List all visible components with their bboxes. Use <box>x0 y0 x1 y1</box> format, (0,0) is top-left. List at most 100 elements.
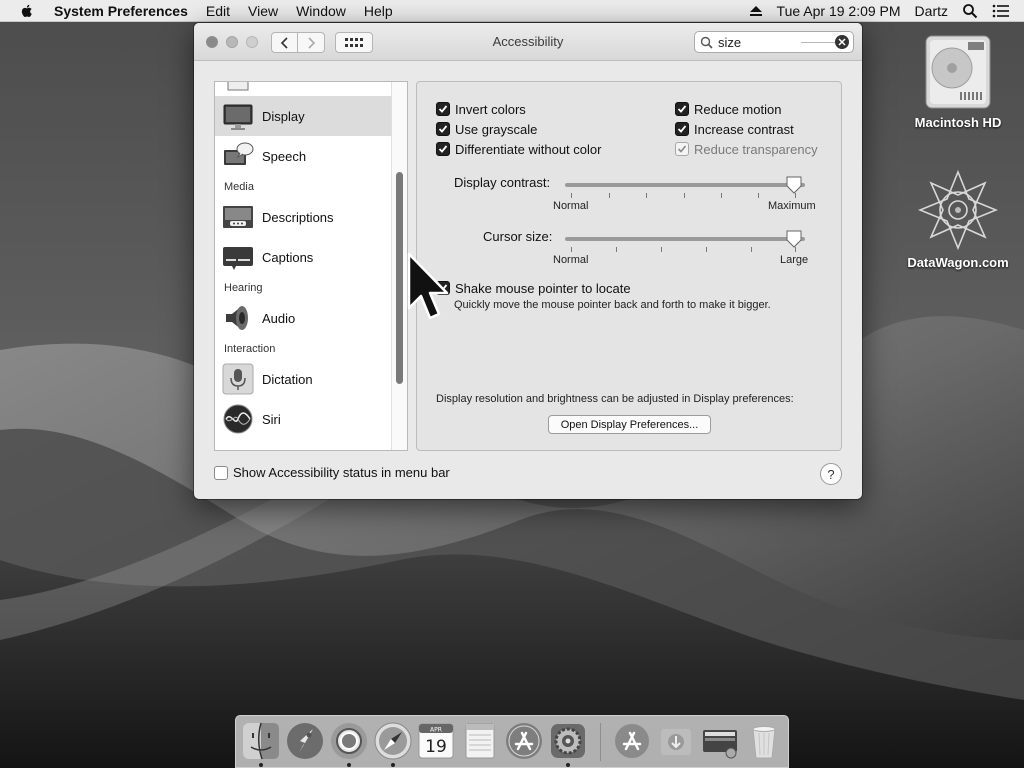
dock-app-store-downloads[interactable] <box>612 721 652 761</box>
app-store-icon <box>506 723 542 759</box>
sidebar-scrollbar-thumb[interactable] <box>396 172 403 384</box>
spotlight-search-icon[interactable] <box>962 3 978 19</box>
dock-running-indicator <box>347 763 351 767</box>
sidebar-label-display: Display <box>262 108 305 124</box>
slider-knob[interactable] <box>785 176 803 194</box>
dock-chrome[interactable] <box>329 721 369 761</box>
sidebar-item-audio[interactable]: Audio <box>215 298 391 338</box>
finder-icon <box>243 722 279 760</box>
contrast-max-label: Maximum <box>768 200 816 212</box>
trash-icon <box>752 726 776 759</box>
sidebar-scrollbar[interactable] <box>391 82 407 450</box>
sidebar-item-captions[interactable]: Captions <box>215 237 391 277</box>
slider-tick <box>721 193 722 198</box>
search-icon <box>700 36 713 49</box>
desktop-icon-datawagon[interactable]: DataWagon.com <box>903 168 1013 270</box>
slider-tick <box>609 193 610 198</box>
reduce-transparency-checkbox[interactable]: Reduce transparency <box>675 141 818 157</box>
sidebar-label-descriptions: Descriptions <box>262 209 334 225</box>
eject-icon[interactable] <box>749 5 763 17</box>
menu-edit[interactable]: Edit <box>197 3 239 19</box>
reduce-motion-label: Reduce motion <box>694 101 782 117</box>
menu-bar: System Preferences Edit View Window Help… <box>0 0 1024 22</box>
dock-system-preferences[interactable] <box>548 721 588 761</box>
slider-tick <box>571 193 572 198</box>
apple-menu-icon[interactable] <box>19 3 35 19</box>
sidebar-section-hearing: Hearing <box>224 282 263 294</box>
invert-colors-checkbox[interactable]: Invert colors <box>436 101 526 117</box>
checkmark-icon <box>436 122 450 136</box>
sidebar-item-descriptions[interactable]: Descriptions <box>215 197 391 237</box>
shake-to-locate-label: Shake mouse pointer to locate <box>455 280 631 296</box>
sidebar-item-siri[interactable]: Siri <box>215 399 391 439</box>
dock-notes[interactable] <box>460 721 500 761</box>
use-grayscale-label: Use grayscale <box>455 121 538 137</box>
clear-search-icon[interactable] <box>835 35 849 49</box>
launchpad-icon <box>287 723 323 759</box>
desktop-icon-macintosh-hd[interactable]: Macintosh HD <box>903 32 1013 130</box>
show-status-in-menu-bar-checkbox[interactable]: Show Accessibility status in menu bar <box>214 465 450 480</box>
slider-knob[interactable] <box>785 230 803 248</box>
checkmark-icon <box>675 142 689 156</box>
slider-tick <box>616 247 617 252</box>
sidebar-section-interaction: Interaction <box>224 343 276 355</box>
safari-icon <box>374 722 412 760</box>
dock-finder[interactable] <box>241 721 281 761</box>
dock-running-indicator <box>259 763 263 767</box>
menu-help[interactable]: Help <box>355 3 402 19</box>
menu-app-name[interactable]: System Preferences <box>54 3 197 19</box>
dock-drive[interactable] <box>700 721 740 761</box>
sidebar-label-captions: Captions <box>262 249 314 265</box>
display-resolution-hint: Display resolution and brightness can be… <box>436 393 794 405</box>
slider-track <box>565 183 805 187</box>
differentiate-without-color-checkbox[interactable]: Differentiate without color <box>436 141 601 157</box>
dock-app-store[interactable] <box>504 721 544 761</box>
display-contrast-label: Display contrast: <box>454 175 551 190</box>
menu-window[interactable]: Window <box>287 3 355 19</box>
checkbox-box <box>214 465 228 480</box>
system-preferences-icon <box>551 724 585 758</box>
dock-safari[interactable] <box>373 721 413 761</box>
search-field[interactable]: size <box>694 31 854 53</box>
dock-launchpad[interactable] <box>285 721 325 761</box>
sidebar-item-partial[interactable] <box>215 82 391 96</box>
slider-tick <box>571 247 572 252</box>
menu-user[interactable]: Dartz <box>915 3 948 19</box>
increase-contrast-checkbox[interactable]: Increase contrast <box>675 121 794 137</box>
dock-downloads[interactable] <box>656 721 696 761</box>
slider-tick <box>758 193 759 198</box>
app-store-downloads-icon <box>615 724 649 758</box>
menu-view[interactable]: View <box>239 3 287 19</box>
sidebar-label-speech: Speech <box>262 148 307 164</box>
shake-to-locate-checkbox[interactable]: Shake mouse pointer to locate <box>436 280 631 296</box>
descriptions-icon <box>223 206 253 228</box>
menu-clock[interactable]: Tue Apr 19 2:09 PM <box>777 3 901 19</box>
calendar-icon: APR 19 <box>418 723 454 759</box>
sidebar-item-dictation[interactable]: Dictation <box>215 359 391 399</box>
accessibility-sidebar[interactable]: Display Speech Media Descriptions Captio… <box>214 81 408 451</box>
mouse-pointer-icon <box>407 252 449 320</box>
dock-trash[interactable] <box>744 721 784 761</box>
slider-track <box>565 237 805 241</box>
dock-calendar[interactable]: APR 19 <box>416 721 456 761</box>
help-button[interactable]: ? <box>820 463 842 485</box>
calendar-day: 19 <box>425 737 447 757</box>
shake-to-locate-description: Quickly move the mouse pointer back and … <box>454 299 771 311</box>
speech-icon <box>224 142 254 165</box>
open-display-preferences-button[interactable]: Open Display Preferences... <box>548 415 711 434</box>
notification-center-icon[interactable] <box>992 4 1010 18</box>
sidebar-item-speech[interactable]: Speech <box>215 136 391 176</box>
use-grayscale-checkbox[interactable]: Use grayscale <box>436 121 537 137</box>
accessibility-window: Accessibility size Display Speech Media … <box>194 23 862 499</box>
contrast-min-label: Normal <box>553 200 589 212</box>
desktop-label-macintosh-hd: Macintosh HD <box>914 115 1002 130</box>
sidebar-section-media: Media <box>224 181 254 193</box>
calendar-month: APR <box>430 727 442 734</box>
sidebar-label-siri: Siri <box>262 411 281 427</box>
show-status-label: Show Accessibility status in menu bar <box>233 465 450 480</box>
desktop-label-datawagon: DataWagon.com <box>907 255 1009 270</box>
audio-icon <box>226 306 248 330</box>
reduce-motion-checkbox[interactable]: Reduce motion <box>675 101 781 117</box>
sidebar-item-display[interactable]: Display <box>215 96 391 136</box>
display-icon <box>223 104 253 130</box>
